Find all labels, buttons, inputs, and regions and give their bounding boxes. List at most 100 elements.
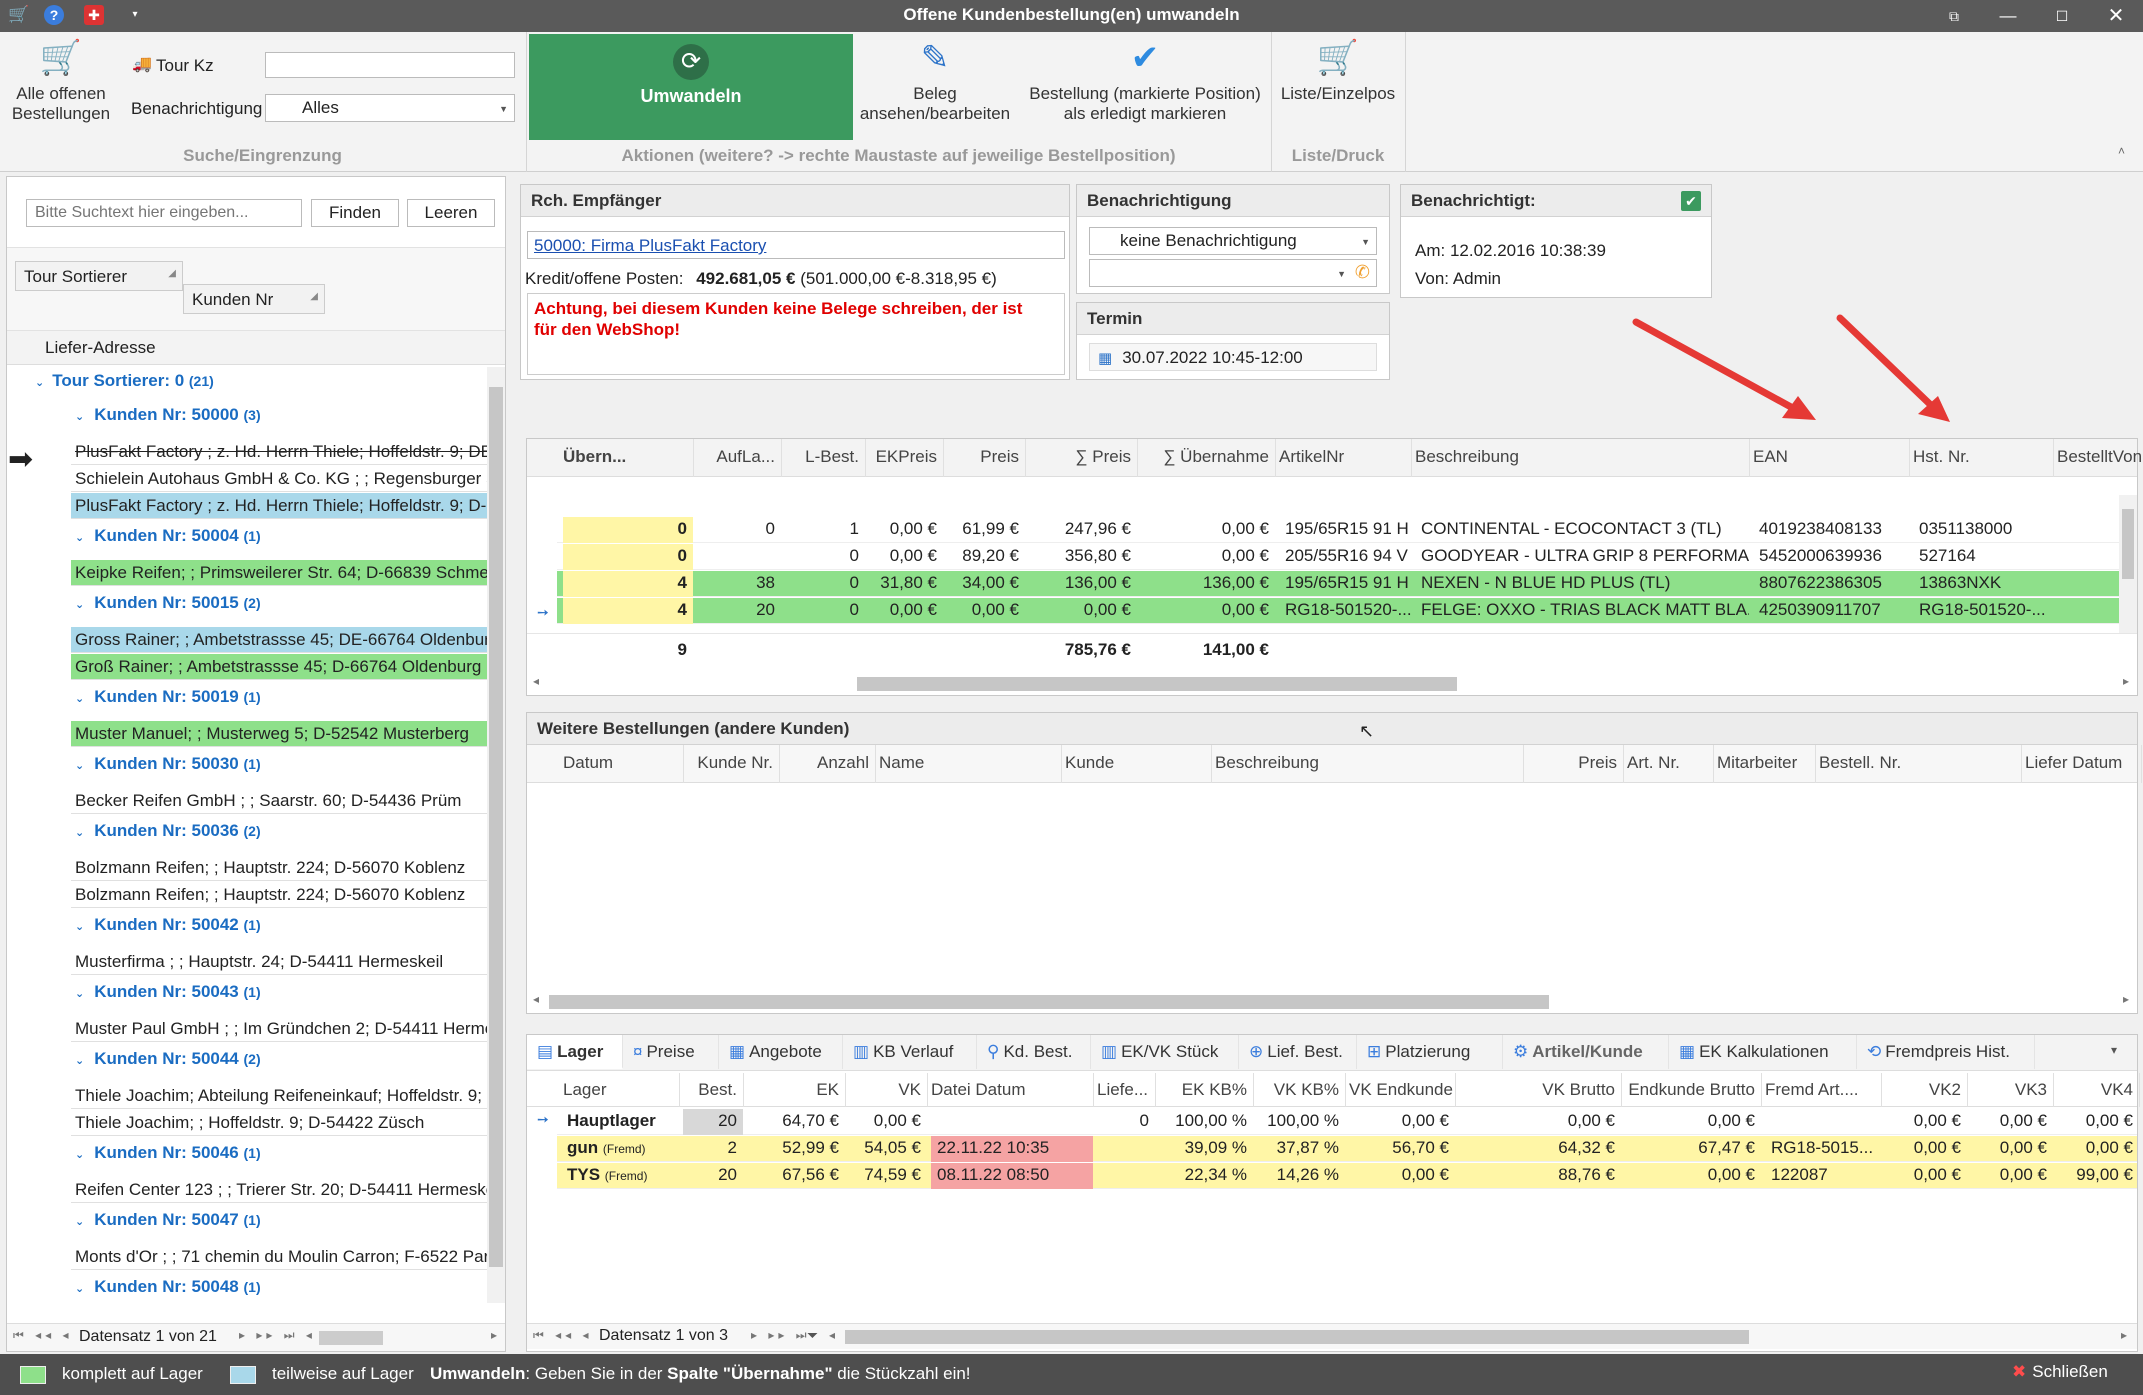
filter-icon[interactable]: ⏷	[807, 1327, 818, 1344]
list-item[interactable]: Thiele Joachim; ; Hoffeldstr. 9; D-54422…	[71, 1110, 487, 1136]
find-button[interactable]: Finden	[311, 199, 399, 227]
tab-kb-verlauf[interactable]: ▥ KB Verlauf	[843, 1035, 977, 1069]
col-header[interactable]: Name	[879, 753, 1055, 773]
col-header[interactable]: VK KB%	[1257, 1080, 1339, 1100]
list-item[interactable]: Schielein Autohaus GmbH & Co. KG ; ; Reg…	[71, 466, 487, 492]
list-item[interactable]: Reifen Center 123 ; ; Trierer Str. 20; D…	[71, 1177, 487, 1203]
table-cell[interactable]: 0	[563, 544, 693, 570]
list-item[interactable]: Muster Manuel; ; Musterweg 5; D-52542 Mu…	[71, 721, 487, 747]
table-row[interactable]: 0 0 1 0,00 € 61,99 € 247,96 € 0,00 € 195/65R15 …	[557, 517, 2119, 543]
tab-kd-best-[interactable]: ⚲ Kd. Best.	[977, 1035, 1091, 1069]
col-header[interactable]: EKPreis	[869, 447, 937, 467]
col-header[interactable]: ∑ Preis	[1029, 447, 1131, 467]
col-header[interactable]: VK Endkunde	[1349, 1080, 1453, 1100]
termin-field[interactable]: ▦ 30.07.2022 10:45-12:00	[1089, 343, 1377, 371]
convert-button[interactable]: ⟳ Umwandeln	[529, 34, 853, 140]
customer-group-row[interactable]: ⌄ Kunden Nr: 50004 (1)	[75, 526, 261, 556]
col-header[interactable]: VK	[849, 1080, 921, 1100]
col-header[interactable]: Kunde	[1065, 753, 1205, 773]
table-row[interactable]: TYS (Fremd) 20 67,56 € 74,59 € 08.11.22 08:5…	[557, 1163, 2137, 1189]
col-header[interactable]: EAN	[1753, 447, 1903, 467]
notified-checkbox[interactable]: ✔	[1681, 191, 1701, 211]
table-row[interactable]: 0 0 0,00 € 89,20 € 356,80 € 0,00 € 205/55R16 9…	[557, 544, 2119, 570]
phone-icon[interactable]: ✆	[1355, 262, 1370, 283]
col-header[interactable]: EK KB%	[1159, 1080, 1247, 1100]
col-liefer-adresse[interactable]: Liefer-Adresse	[45, 338, 156, 358]
customer-group-row[interactable]: ⌄ Kunden Nr: 50048 (1)	[75, 1277, 261, 1303]
col-header[interactable]: BestelltVon	[2057, 447, 2142, 467]
col-header[interactable]: EK	[747, 1080, 839, 1100]
col-header[interactable]: Liefe...	[1097, 1080, 1149, 1100]
col-header[interactable]: Beschreibung	[1415, 447, 1743, 467]
col-header[interactable]: L-Best.	[785, 447, 859, 467]
close-button[interactable]: ✖ Schließen	[2012, 1362, 2108, 1382]
further-hscroll[interactable]: ◂ ▸	[527, 991, 2137, 1011]
list-item[interactable]: Musterfirma ; ; Hauptstr. 24; D-54411 He…	[71, 949, 487, 975]
nav-first-prev-icons[interactable]: ⏮ ◂◂ ◂	[533, 1328, 593, 1343]
tab-preise[interactable]: ¤ Preise	[623, 1035, 719, 1069]
tour-kz-input[interactable]	[265, 52, 515, 78]
nav-right-icon[interactable]: ▸	[491, 1328, 497, 1342]
sort-chip-kunden[interactable]: Kunden Nr ◢	[183, 284, 325, 314]
customer-group-row[interactable]: ⌄ Kunden Nr: 50042 (1)	[75, 915, 261, 945]
customer-group-row[interactable]: ⌄ Kunden Nr: 50044 (2)	[75, 1049, 261, 1079]
list-item[interactable]: Gross Rainer; ; Ambetstrassse 45; DE-667…	[71, 627, 487, 653]
positions-vscroll[interactable]	[2119, 495, 2137, 633]
tab-lager[interactable]: ▤ Lager	[527, 1035, 623, 1069]
col-header[interactable]: ArtikelNr	[1279, 447, 1405, 467]
notification-contact-select[interactable]: ▼ ✆	[1089, 259, 1377, 287]
notification-select[interactable]: keine Benachrichtigung ▼	[1089, 227, 1377, 255]
list-item[interactable]: Thiele Joachim; Abteilung Reifeneinkauf;…	[71, 1083, 487, 1109]
col-header[interactable]: Preis	[947, 447, 1019, 467]
table-cell[interactable]: 0	[563, 517, 693, 543]
customer-group-row[interactable]: ⌄ Kunden Nr: 50046 (1)	[75, 1143, 261, 1173]
col-header[interactable]: AufLa...	[697, 447, 775, 467]
list-single-button[interactable]: 🛒 Liste/Einzelpos	[1276, 38, 1400, 104]
customer-group-row[interactable]: ⌄ Kunden Nr: 50015 (2)	[75, 593, 261, 623]
col-header[interactable]: Hst. Nr.	[1913, 447, 2047, 467]
list-item[interactable]: PlusFakt Factory ; z. Hd. Herrn Thiele; …	[71, 493, 487, 519]
col-header[interactable]: Beschreibung	[1215, 753, 1517, 773]
customer-group-row[interactable]: ⌄ Kunden Nr: 50019 (1)	[75, 687, 261, 717]
col-header[interactable]: Datum	[563, 753, 677, 773]
col-header[interactable]: Art. Nr.	[1627, 753, 1707, 773]
tab-fremdpreis-hist-[interactable]: ⟲ Fremdpreis Hist.	[1857, 1035, 2035, 1069]
list-item[interactable]: PlusFakt Factory ; z. Hd. Herrn Thiele; …	[71, 439, 487, 465]
list-scrollbar[interactable]	[487, 367, 505, 1303]
list-item[interactable]: Becker Reifen GmbH ; ; Saarstr. 60; D-54…	[71, 788, 487, 814]
col-header[interactable]: VK4	[2057, 1080, 2133, 1100]
col-header[interactable]: VK2	[1885, 1080, 1961, 1100]
list-item[interactable]: Keipke Reifen; ; Primsweilerer Str. 64; …	[71, 560, 487, 586]
col-header[interactable]: Mitarbeiter	[1717, 753, 1809, 773]
minimize-button[interactable]: —	[1988, 2, 2028, 30]
table-row[interactable]: 4 38 0 31,80 € 34,00 € 136,00 € 136,00 € 195/65…	[557, 571, 2119, 597]
list-item[interactable]: Bolzmann Reifen; ; Hauptstr. 224; D-5607…	[71, 882, 487, 908]
tour-group-row[interactable]: ⌄ Tour Sortierer: 0 (21)	[35, 371, 214, 401]
tabs-more-icon[interactable]: ▾	[2111, 1043, 2117, 1057]
col-header[interactable]: Lager	[563, 1080, 673, 1100]
table-row[interactable]: gun (Fremd) 2 52,99 € 54,05 € 22.11.22 10:35…	[557, 1136, 2137, 1162]
list-item[interactable]: Muster Paul GmbH ; ; Im Gründchen 2; D-5…	[71, 1016, 487, 1042]
table-row[interactable]: 4 20 0 0,00 € 0,00 € 0,00 € 0,00 € RG18-501520-…	[557, 598, 2119, 624]
mark-done-button[interactable]: ✔ Bestellung (markierte Position) als er…	[1025, 38, 1265, 124]
maximize-button[interactable]: ☐	[2042, 2, 2082, 30]
customer-group-row[interactable]: ⌄ Kunden Nr: 50036 (2)	[75, 821, 261, 851]
col-header[interactable]: Liefer Datum	[2025, 753, 2135, 773]
customer-group-row[interactable]: ⌄ Kunden Nr: 50030 (1)	[75, 754, 261, 784]
stock-hscroll-thumb[interactable]	[845, 1330, 1749, 1344]
sort-chip-tour[interactable]: Tour Sortierer ◢	[15, 261, 183, 291]
customer-group-row[interactable]: ⌄ Kunden Nr: 50000 (3)	[75, 405, 261, 435]
benachrichtigung-select[interactable]: Alles ▼	[265, 94, 515, 122]
list-item[interactable]: Bolzmann Reifen; ; Hauptstr. 224; D-5607…	[71, 855, 487, 881]
col-header[interactable]: Best.	[683, 1080, 737, 1100]
customer-group-row[interactable]: ⌄ Kunden Nr: 50047 (1)	[75, 1210, 261, 1240]
col-header[interactable]: VK Brutto	[1459, 1080, 1615, 1100]
search-input[interactable]	[26, 199, 302, 227]
clear-button[interactable]: Leeren	[407, 199, 495, 227]
col-header[interactable]: VK3	[1971, 1080, 2047, 1100]
tab-ek-kalkulationen[interactable]: ▦ EK Kalkulationen	[1669, 1035, 1857, 1069]
table-cell[interactable]: 4	[563, 571, 693, 597]
tab-ek-vk-st-ck[interactable]: ▥ EK/VK Stück	[1091, 1035, 1239, 1069]
col-header[interactable]: Datei Datum	[931, 1080, 1087, 1100]
nav-hscroll-thumb[interactable]	[319, 1331, 383, 1345]
